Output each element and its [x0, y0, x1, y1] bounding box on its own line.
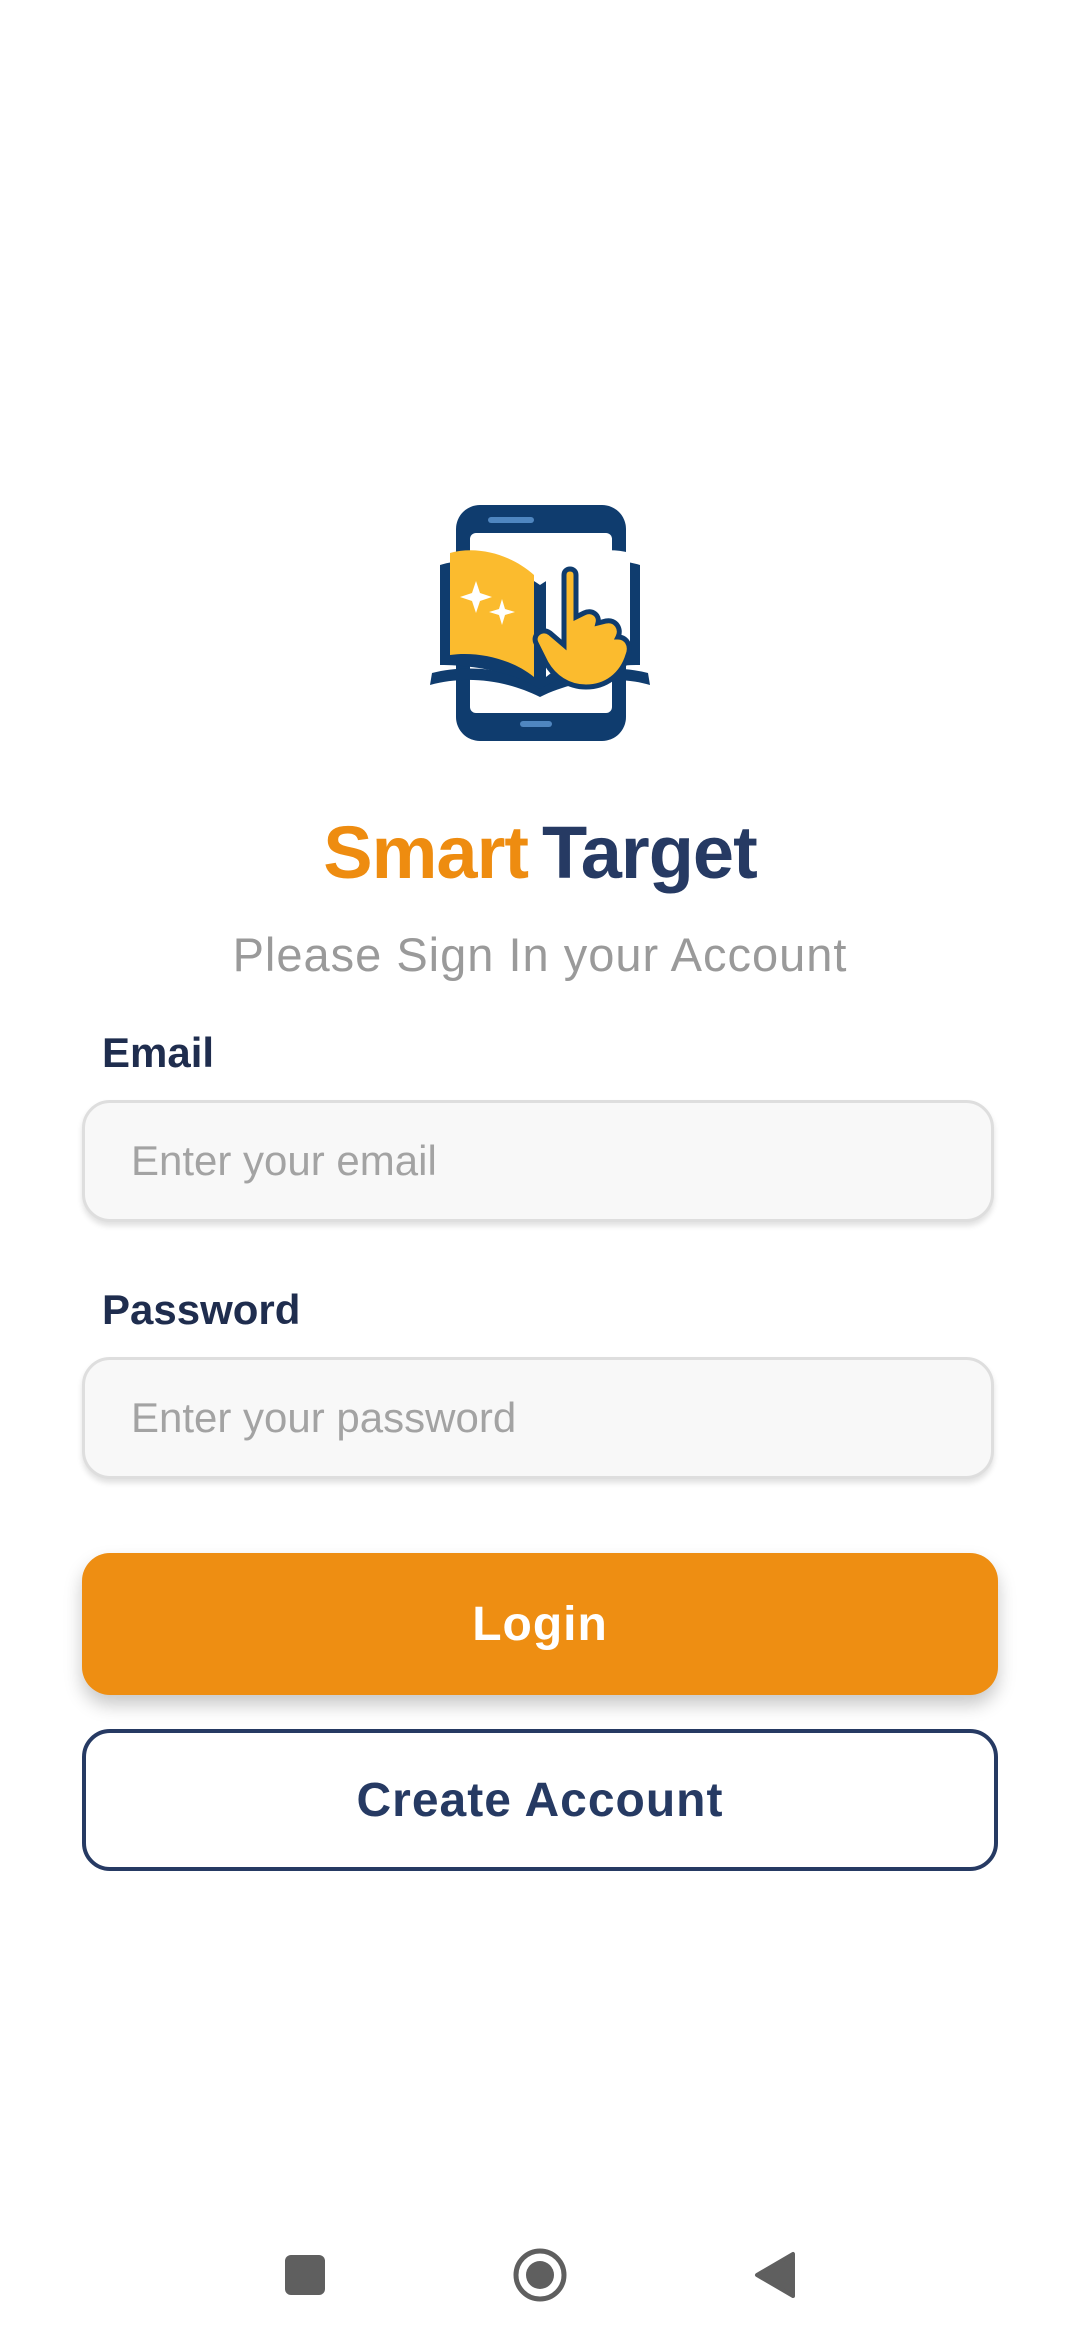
sign-in-subtitle: Please Sign In your Account — [232, 928, 848, 981]
recents-square-icon — [285, 2255, 325, 2295]
system-navigation-bar — [0, 2220, 1080, 2330]
recents-button[interactable] — [250, 2220, 360, 2330]
back-triangle-icon — [755, 2252, 795, 2298]
email-field-container — [82, 1100, 994, 1222]
create-account-button[interactable]: Create Account — [82, 1729, 998, 1871]
brand-title-part2: Target — [542, 811, 758, 894]
app-logo-icon — [430, 505, 650, 741]
home-circle-icon — [513, 2248, 567, 2302]
brand-title-part1: Smart — [323, 811, 529, 894]
home-button[interactable] — [485, 2220, 595, 2330]
password-field-container — [82, 1357, 994, 1479]
brand-title: Smart Target — [0, 808, 1080, 898]
email-label: Email — [102, 1029, 215, 1076]
back-button[interactable] — [720, 2220, 830, 2330]
password-label: Password — [102, 1286, 301, 1333]
login-screen: Smart Target Please Sign In your Account … — [0, 0, 1080, 2340]
login-button[interactable]: Login — [82, 1553, 998, 1695]
password-field[interactable] — [129, 1393, 991, 1443]
email-field[interactable] — [129, 1136, 991, 1186]
